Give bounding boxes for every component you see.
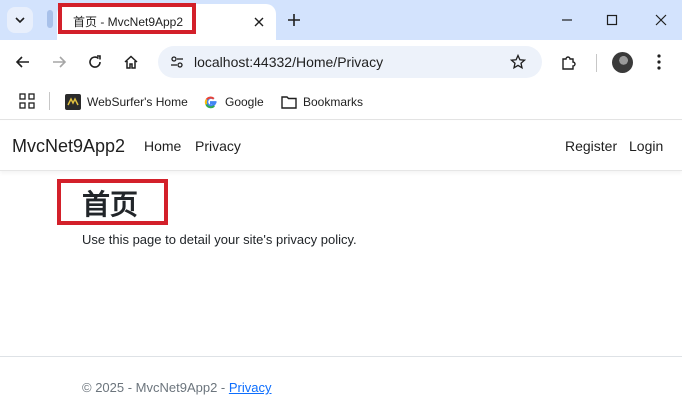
- bookmark-label: WebSurfer's Home: [87, 95, 188, 109]
- nav-home-link[interactable]: Home: [144, 138, 181, 154]
- tab-search-button[interactable]: [7, 7, 33, 33]
- window-close-button[interactable]: [648, 8, 674, 32]
- nav-login-link[interactable]: Login: [629, 138, 663, 154]
- home-icon: [124, 55, 138, 69]
- bookmark-folder[interactable]: Bookmarks: [281, 92, 363, 112]
- arrow-left-icon: [15, 56, 29, 68]
- site-navbar: MvcNet9App2 Home Privacy Register Login: [0, 121, 682, 171]
- new-tab-button[interactable]: [283, 9, 305, 31]
- chevron-down-icon: [15, 17, 25, 24]
- footer-privacy-link[interactable]: Privacy: [229, 380, 272, 395]
- browser-menu-button[interactable]: [647, 50, 671, 74]
- star-icon: [510, 54, 526, 70]
- arrow-right-icon: [53, 56, 67, 68]
- page-main: 首页 Use this page to detail your site's p…: [0, 171, 682, 357]
- bookmark-websurfer[interactable]: WebSurfer's Home: [65, 92, 188, 112]
- bookmark-label: Google: [225, 95, 264, 109]
- folder-icon: [281, 94, 297, 110]
- active-tab[interactable]: 首页 - MvcNet9App2: [57, 4, 276, 40]
- tab-close-button[interactable]: [250, 13, 268, 31]
- address-bar[interactable]: localhost:44332/Home/Privacy: [158, 46, 542, 78]
- extensions-button[interactable]: [557, 50, 581, 74]
- reload-icon: [89, 55, 101, 68]
- browser-tabstrip: 首页 - MvcNet9App2: [0, 0, 682, 40]
- puzzle-icon: [562, 56, 576, 70]
- websurfer-favicon-icon: [65, 94, 81, 110]
- reload-button[interactable]: [83, 50, 107, 74]
- minimize-icon: [562, 19, 572, 21]
- tab-title: 首页 - MvcNet9App2: [73, 15, 184, 29]
- maximize-button[interactable]: [599, 8, 625, 32]
- footer-text: © 2025 - MvcNet9App2 - Privacy: [82, 380, 272, 395]
- close-icon: [254, 17, 264, 27]
- site-footer: © 2025 - MvcNet9App2 - Privacy: [0, 356, 682, 418]
- plus-icon: [288, 14, 300, 26]
- home-button[interactable]: [119, 50, 143, 74]
- google-g-icon: [203, 94, 219, 110]
- site-info-button[interactable]: [166, 51, 188, 73]
- page-title: 首页: [82, 188, 139, 221]
- tune-icon: [171, 56, 183, 68]
- nav-register-link[interactable]: Register: [565, 138, 617, 154]
- url-text: localhost:44332/Home/Privacy: [194, 54, 384, 70]
- bookmark-star-button[interactable]: [508, 52, 528, 72]
- bookmark-google[interactable]: Google: [203, 92, 264, 112]
- back-button[interactable]: [11, 50, 35, 74]
- profile-avatar[interactable]: [612, 52, 633, 73]
- bookmark-label: Bookmarks: [303, 95, 364, 109]
- forward-button[interactable]: [47, 50, 71, 74]
- maximize-icon: [606, 14, 618, 26]
- apps-grid-icon[interactable]: [18, 92, 36, 110]
- browser-toolbar: localhost:44332/Home/Privacy: [0, 40, 682, 84]
- bookmarks-separator: [49, 92, 50, 110]
- footer-copyright: © 2025 - MvcNet9App2 -: [82, 380, 229, 395]
- more-vertical-icon: [657, 54, 661, 70]
- site-brand-link[interactable]: MvcNet9App2: [12, 136, 125, 157]
- nav-privacy-link[interactable]: Privacy: [195, 138, 241, 154]
- privacy-description: Use this page to detail your site's priv…: [82, 232, 357, 247]
- tab-group-indicator: [47, 10, 53, 28]
- bookmarks-bar: WebSurfer's Home Google Bookmarks: [0, 84, 682, 120]
- toolbar-divider: [596, 54, 597, 72]
- close-icon: [655, 14, 667, 26]
- minimize-button[interactable]: [554, 8, 580, 32]
